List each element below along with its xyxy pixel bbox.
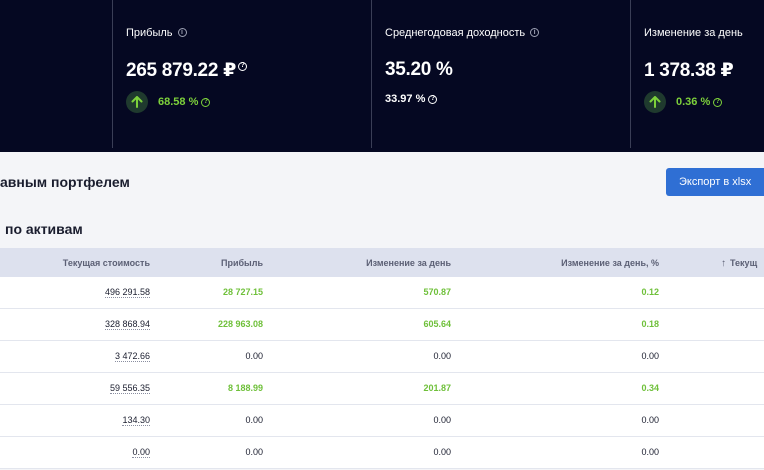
table-row[interactable]: 59 556.35 8 188.99 201.87 0.34 <box>0 373 764 405</box>
table-header: Текущая стоимость Прибыль Изменение за д… <box>0 248 764 277</box>
cell-day-change-percent: 0.12 <box>641 287 659 297</box>
header-current-sorted[interactable]: ↑ Текущ <box>721 258 757 269</box>
day-change-sub: 0.36 % ? <box>644 91 723 113</box>
cell-day-change-percent: 0.00 <box>641 415 659 425</box>
annual-yield-card: Среднегодовая доходность i 35.20 % 33.97 … <box>371 0 629 148</box>
cell-current-value: 496 291.58 <box>104 287 150 298</box>
cell-current-value: 0.00 <box>132 447 150 458</box>
table-row[interactable]: 328 868.94 228 963.08 605.64 0.18 <box>0 309 764 341</box>
help-icon[interactable]: ? <box>428 94 438 104</box>
cell-day-change: 201.87 <box>423 383 451 393</box>
cell-day-change-percent: 0.00 <box>641 447 659 457</box>
profit-value: 265 879.22 ₽? <box>126 59 247 82</box>
assets-section-title: по активам <box>5 221 83 237</box>
annual-yield-value: 35.20 % <box>385 59 453 80</box>
help-icon[interactable]: ? <box>713 97 723 107</box>
annual-yield-sub: 33.97 % ? <box>385 93 438 105</box>
arrow-up-icon <box>644 91 666 113</box>
header-day-change[interactable]: Изменение за день <box>366 258 451 268</box>
profit-percent: 68.58 % <box>158 96 199 108</box>
cell-current-value: 3 472.66 <box>114 351 150 362</box>
cell-profit: 8 188.99 <box>227 383 263 393</box>
table-row[interactable]: 496 291.58 28 727.15 570.87 0.12 <box>0 277 764 309</box>
cell-day-change: 0.00 <box>433 351 451 361</box>
cell-profit: 0.00 <box>245 447 263 457</box>
help-icon[interactable]: ? <box>238 62 247 71</box>
cell-day-change: 0.00 <box>433 447 451 457</box>
help-icon[interactable]: ? <box>201 97 211 107</box>
export-xlsx-button[interactable]: Экспорт в xlsx <box>666 168 764 196</box>
table-row[interactable]: 0.00 0.00 0.00 0.00 <box>0 437 764 469</box>
day-change-card: Изменение за день 1 378.38 ₽ 0.36 % ? <box>630 0 764 148</box>
day-change-percent: 0.36 % <box>676 96 711 108</box>
cell-current-value: 328 868.94 <box>104 319 150 330</box>
profit-label: Прибыль i <box>126 27 187 39</box>
profit-change: 68.58 % ? <box>126 91 211 113</box>
cell-profit: 28 727.15 <box>222 287 263 297</box>
profit-card: Прибыль i 265 879.22 ₽? 68.58 % ? <box>112 0 370 148</box>
arrow-up-icon <box>126 91 148 113</box>
day-change-label: Изменение за день <box>644 27 743 39</box>
table-row[interactable]: 134.30 0.00 0.00 0.00 <box>0 405 764 437</box>
cell-current-value: 59 556.35 <box>109 383 150 394</box>
header-current-value[interactable]: Текущая стоимость <box>63 258 150 268</box>
header-day-change-percent[interactable]: Изменение за день, % <box>561 258 659 268</box>
assets-table: Текущая стоимость Прибыль Изменение за д… <box>0 248 764 469</box>
table-row[interactable]: 3 472.66 0.00 0.00 0.00 <box>0 341 764 373</box>
summary-header: Прибыль i 265 879.22 ₽? 68.58 % ? Среднег… <box>0 0 764 152</box>
day-change-value: 1 378.38 ₽ <box>644 60 734 81</box>
cell-profit: 0.00 <box>245 351 263 361</box>
info-icon[interactable]: i <box>177 28 187 37</box>
sort-up-icon: ↑ <box>721 258 726 269</box>
cell-day-change: 605.64 <box>423 319 451 329</box>
cell-day-change: 0.00 <box>433 415 451 425</box>
cell-current-value: 134.30 <box>122 415 150 426</box>
portfolio-section-title: авным портфелем <box>0 174 130 190</box>
header-profit[interactable]: Прибыль <box>221 258 263 268</box>
cell-day-change-percent: 0.34 <box>641 383 659 393</box>
annual-yield-sub-value: 33.97 % <box>385 93 426 105</box>
cell-profit: 0.00 <box>245 415 263 425</box>
cell-day-change-percent: 0.18 <box>641 319 659 329</box>
cell-day-change-percent: 0.00 <box>641 351 659 361</box>
cell-day-change: 570.87 <box>423 287 451 297</box>
annual-yield-label: Среднегодовая доходность i <box>385 27 540 39</box>
info-icon[interactable]: i <box>530 28 540 37</box>
cell-profit: 228 963.08 <box>217 319 263 329</box>
